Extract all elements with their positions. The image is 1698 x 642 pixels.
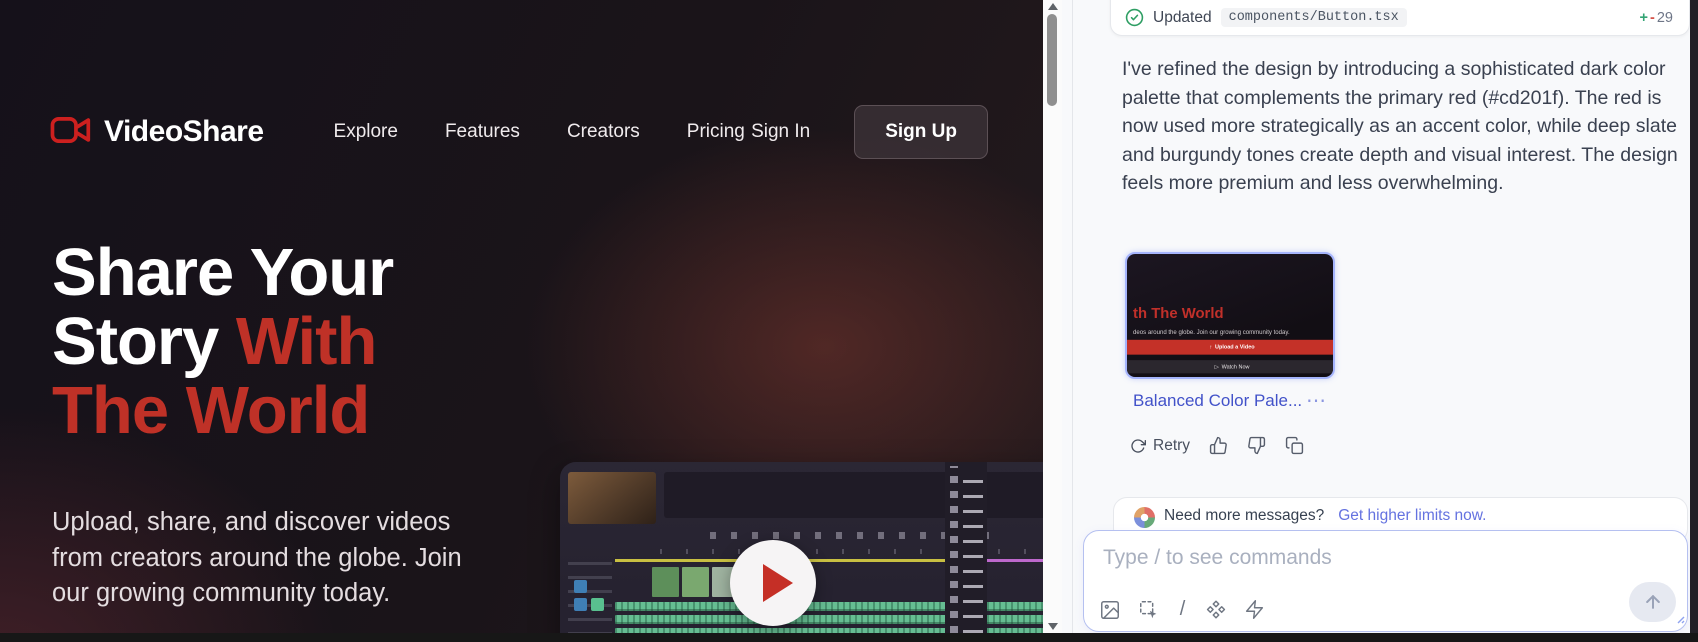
video-camera-icon: [50, 115, 92, 150]
editor-decor: [591, 598, 604, 611]
thumb-secondary-label: Watch Now: [1222, 364, 1250, 370]
artifact-thumbnail-content: th The World deos around the globe. Join…: [1127, 254, 1335, 379]
site-logo[interactable]: VideoShare: [50, 115, 264, 150]
copy-button[interactable]: [1285, 436, 1304, 455]
nav-features[interactable]: Features: [445, 121, 520, 143]
file-update-row: Updated components/Button.tsx + - 29: [1125, 8, 1673, 27]
message-composer[interactable]: /: [1083, 530, 1688, 632]
play-icon: [763, 564, 793, 602]
diff-count: 29: [1657, 10, 1673, 26]
hero-line-3: The World: [52, 376, 393, 445]
hero-line-1: Share Your: [52, 238, 393, 307]
editor-decor: [945, 462, 987, 642]
site-nav: Explore Features Creators Pricing: [334, 121, 745, 143]
quick-actions-icon[interactable]: [1244, 599, 1265, 620]
sign-in-link[interactable]: Sign In: [751, 121, 810, 143]
brand-name: VideoShare: [104, 115, 264, 149]
panel-divider: [1072, 0, 1073, 642]
upload-icon: ↑: [1209, 344, 1212, 350]
components-icon[interactable]: [1205, 599, 1227, 621]
send-button[interactable]: [1629, 582, 1676, 622]
vertical-scrollbar[interactable]: [1043, 0, 1062, 642]
limits-prompt: Need more messages?: [1164, 507, 1324, 525]
hero-line-2-white: Story: [52, 304, 236, 379]
retry-icon: [1130, 438, 1146, 454]
hero-heading: Share Your Story With The World: [52, 238, 393, 445]
select-element-icon[interactable]: [1138, 599, 1160, 621]
message-actions: Retry: [1130, 436, 1304, 455]
hero-line-2: Story With: [52, 307, 393, 376]
diff-stat: + - 29: [1640, 10, 1673, 26]
update-status-label: Updated: [1153, 9, 1212, 27]
artifact-menu-icon[interactable]: ⋯: [1306, 388, 1327, 413]
scrollbar-thumb[interactable]: [1047, 14, 1057, 106]
hero-line-2-red: With: [236, 304, 377, 379]
site-header: VideoShare Explore Features Creators Pri…: [50, 103, 988, 161]
thumbs-down-button[interactable]: [1247, 436, 1266, 455]
check-circle-icon: [1125, 8, 1144, 27]
composer-input[interactable]: [1101, 545, 1585, 571]
thumb-primary-button: ↑Upload a Video: [1127, 340, 1335, 355]
thumb-hero-heading: th The World: [1133, 305, 1223, 322]
site-preview: VideoShare Explore Features Creators Pri…: [0, 0, 1043, 642]
hero-video-player[interactable]: [560, 462, 1043, 642]
assistant-message: I've refined the design by introducing a…: [1122, 55, 1688, 198]
limits-upgrade-link[interactable]: Get higher limits now.: [1338, 507, 1486, 525]
diff-minus: -: [1650, 10, 1655, 26]
artifact-thumbnail[interactable]: th The World deos around the globe. Join…: [1125, 252, 1335, 379]
retry-button[interactable]: Retry: [1130, 437, 1190, 455]
thumb-hero-subtext: deos around the globe. Join our growing …: [1133, 329, 1290, 336]
file-update-card[interactable]: Updated components/Button.tsx + - 29: [1110, 0, 1690, 36]
updated-file-chip[interactable]: components/Button.tsx: [1221, 8, 1407, 27]
play-outline-icon: ▷: [1215, 364, 1219, 370]
slash-command-icon[interactable]: /: [1177, 598, 1188, 621]
thumbs-up-button[interactable]: [1209, 436, 1228, 455]
resize-handle-icon[interactable]: [1675, 611, 1685, 629]
composer-toolbar: /: [1099, 598, 1265, 621]
diff-plus: +: [1640, 10, 1648, 26]
screenshot-root: VideoShare Explore Features Creators Pri…: [0, 0, 1698, 642]
nav-pricing[interactable]: Pricing: [687, 121, 745, 143]
nav-explore[interactable]: Explore: [334, 121, 398, 143]
thumb-secondary-button: ▷Watch Now: [1127, 360, 1335, 373]
image-attach-icon[interactable]: [1099, 599, 1121, 621]
artifact-title-link[interactable]: Balanced Color Pale...: [1133, 391, 1302, 411]
window-edge-bottom: [0, 633, 1698, 642]
arrow-up-icon: [1643, 592, 1663, 612]
thumb-primary-label: Upload a Video: [1215, 344, 1255, 350]
hero-subtitle: Upload, share, and discover videos from …: [52, 505, 480, 612]
play-button[interactable]: [730, 540, 816, 626]
retry-label: Retry: [1153, 437, 1190, 455]
scroll-up-arrow-icon[interactable]: [1048, 3, 1058, 10]
scroll-down-arrow-icon[interactable]: [1048, 623, 1058, 630]
editor-decor: [574, 598, 587, 611]
window-edge-right: [1690, 0, 1698, 642]
nav-creators[interactable]: Creators: [567, 121, 640, 143]
sign-up-button[interactable]: Sign Up: [854, 105, 988, 159]
editor-preview-photo: [568, 472, 656, 524]
pinwheel-icon: [1134, 507, 1155, 528]
editor-decor: [574, 580, 587, 593]
